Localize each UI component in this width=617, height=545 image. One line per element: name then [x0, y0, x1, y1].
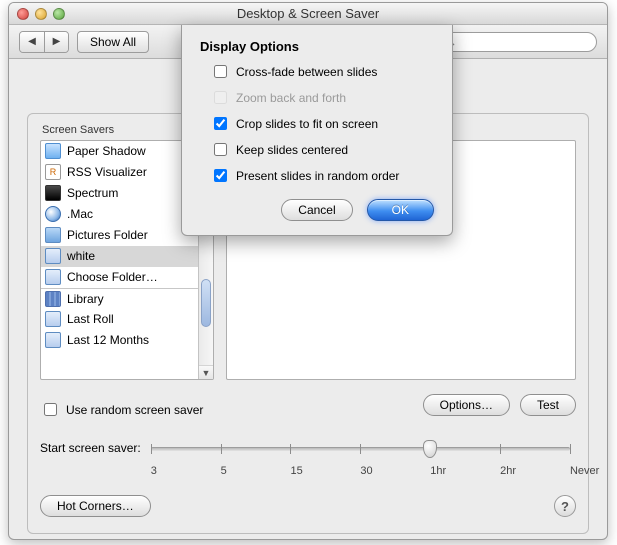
window-title: Desktop & Screen Saver — [9, 6, 607, 21]
screensaver-item[interactable]: .Mac — [41, 204, 198, 225]
slider-tick — [221, 444, 222, 454]
start-delay-slider[interactable] — [151, 441, 570, 459]
preferences-window: Desktop & Screen Saver ◀ ▶ Show All Scre… — [8, 2, 608, 540]
cancel-button[interactable]: Cancel — [281, 199, 352, 221]
scroll-down-icon[interactable]: ▼ — [199, 365, 213, 379]
slider-tick — [151, 444, 152, 454]
screensaver-item[interactable]: Library — [41, 288, 198, 309]
display-option-checkbox[interactable] — [214, 169, 227, 182]
chevron-left-icon: ◀ — [28, 36, 36, 47]
use-random-label: Use random screen saver — [66, 403, 203, 417]
sp-folder-icon — [45, 311, 61, 327]
display-option-label: Keep slides centered — [236, 143, 348, 157]
slider-tick — [570, 444, 571, 454]
slider-tick — [290, 444, 291, 454]
scroll-thumb[interactable] — [201, 279, 211, 327]
display-option-checkbox[interactable] — [214, 143, 227, 156]
display-option-label: Cross-fade between slides — [236, 65, 377, 79]
back-button[interactable]: ◀ — [20, 32, 44, 52]
screensaver-item-label: Last 12 Months — [67, 333, 149, 347]
screensaver-item[interactable]: R RSS Visualizer — [41, 162, 198, 183]
help-button[interactable]: ? — [554, 495, 576, 517]
screensaver-item[interactable]: Last 12 Months — [41, 330, 198, 351]
ok-button[interactable]: OK — [367, 199, 434, 221]
chevron-right-icon: ▶ — [53, 36, 61, 47]
display-option-label: Zoom back and forth — [236, 91, 346, 105]
hot-corners-button[interactable]: Hot Corners… — [40, 495, 151, 517]
options-button[interactable]: Options… — [423, 394, 510, 416]
screensaver-item-label: Pictures Folder — [67, 228, 148, 242]
display-option-row[interactable]: Present slides in random order — [210, 166, 438, 185]
use-random-checkbox[interactable] — [44, 403, 57, 416]
screensaver-item[interactable]: Pictures Folder — [41, 225, 198, 246]
display-option-row: Zoom back and forth — [210, 88, 438, 107]
sp-folder-icon — [45, 269, 61, 285]
use-random-row[interactable]: Use random screen saver — [40, 400, 203, 419]
screensaver-item-label: Last Roll — [67, 312, 114, 326]
display-option-row[interactable]: Cross-fade between slides — [210, 62, 438, 81]
rss-icon: R — [45, 164, 61, 180]
screensaver-item-label: .Mac — [67, 207, 93, 221]
show-all-button[interactable]: Show All — [77, 31, 149, 53]
display-option-row[interactable]: Crop slides to fit on screen — [210, 114, 438, 133]
screensaver-item[interactable]: Paper Shadow — [41, 141, 198, 162]
display-option-checkbox — [214, 91, 227, 104]
nav-back-forward: ◀ ▶ — [19, 31, 69, 53]
sp-folder-icon — [45, 332, 61, 348]
library-icon — [45, 291, 61, 307]
sp-folder-icon — [45, 248, 61, 264]
sheet-title: Display Options — [200, 39, 438, 54]
titlebar: Desktop & Screen Saver — [9, 3, 607, 25]
test-button[interactable]: Test — [520, 394, 576, 416]
display-option-checkbox[interactable] — [214, 65, 227, 78]
slider-knob[interactable] — [423, 440, 437, 458]
screensaver-item-label: white — [67, 249, 95, 263]
spectrum-icon — [45, 185, 61, 201]
display-option-checkbox[interactable] — [214, 117, 227, 130]
screensaver-item-label: Spectrum — [67, 186, 118, 200]
help-icon: ? — [561, 499, 569, 514]
screensaver-item-label: RSS Visualizer — [67, 165, 147, 179]
screensaver-item-label: Choose Folder… — [67, 270, 158, 284]
search-input[interactable] — [459, 35, 605, 49]
folder-icon — [45, 227, 61, 243]
display-option-label: Crop slides to fit on screen — [236, 117, 378, 131]
display-option-row[interactable]: Keep slides centered — [210, 140, 438, 159]
screensaver-item-label: Paper Shadow — [67, 144, 146, 158]
mac-icon — [45, 206, 61, 222]
forward-button[interactable]: ▶ — [44, 32, 68, 52]
search-field[interactable] — [437, 32, 597, 52]
paper-icon — [45, 143, 61, 159]
screensaver-item[interactable]: Choose Folder… — [41, 267, 198, 288]
slider-label: Start screen saver: — [40, 441, 141, 455]
screensaver-item[interactable]: white — [41, 246, 198, 267]
screensaver-item[interactable]: Spectrum — [41, 183, 198, 204]
slider-tick — [360, 444, 361, 454]
display-option-label: Present slides in random order — [236, 169, 399, 183]
display-options-sheet: Display Options Cross-fade between slide… — [181, 25, 453, 236]
screensaver-item[interactable]: Last Roll — [41, 309, 198, 330]
slider-tick — [500, 444, 501, 454]
screensaver-item-label: Library — [67, 292, 104, 306]
